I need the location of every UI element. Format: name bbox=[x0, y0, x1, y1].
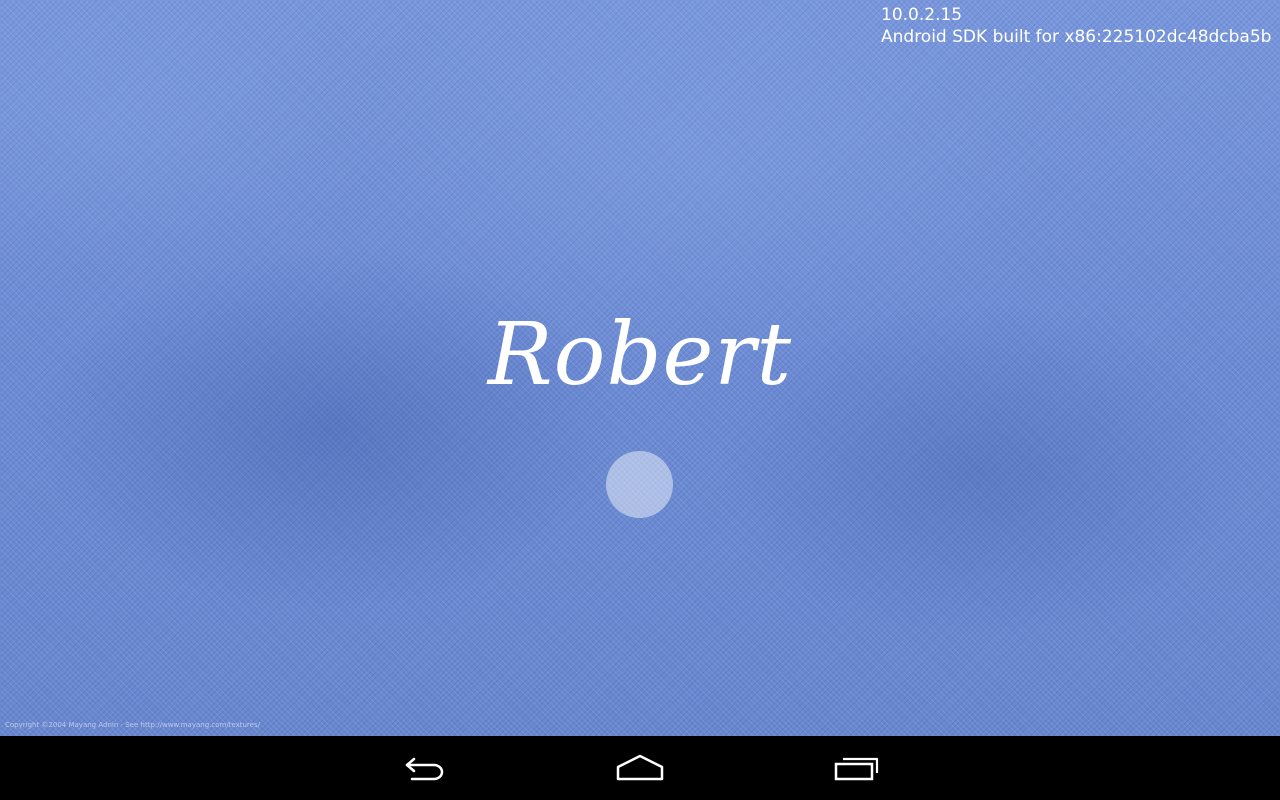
wallpaper-credit-text: Copyright ©2004 Mayang Adnin - See http:… bbox=[5, 721, 260, 729]
recent-apps-icon bbox=[834, 757, 879, 781]
navigation-bar bbox=[0, 736, 1280, 800]
device-info-overlay: 10.0.2.15 Android SDK built for x86:2251… bbox=[881, 4, 1271, 48]
lock-screen: 10.0.2.15 Android SDK built for x86:2251… bbox=[0, 0, 1280, 800]
unlock-handle[interactable] bbox=[606, 451, 673, 518]
back-button[interactable] bbox=[376, 736, 472, 800]
home-button[interactable] bbox=[592, 736, 688, 800]
ip-address-text: 10.0.2.15 bbox=[881, 5, 963, 25]
home-icon bbox=[616, 754, 664, 781]
user-name-label: Robert bbox=[487, 305, 793, 405]
back-arrow-icon bbox=[405, 757, 444, 781]
device-model-text: Android SDK built for x86:225102dc48dcba… bbox=[881, 27, 1272, 47]
recent-apps-button[interactable] bbox=[810, 736, 906, 800]
